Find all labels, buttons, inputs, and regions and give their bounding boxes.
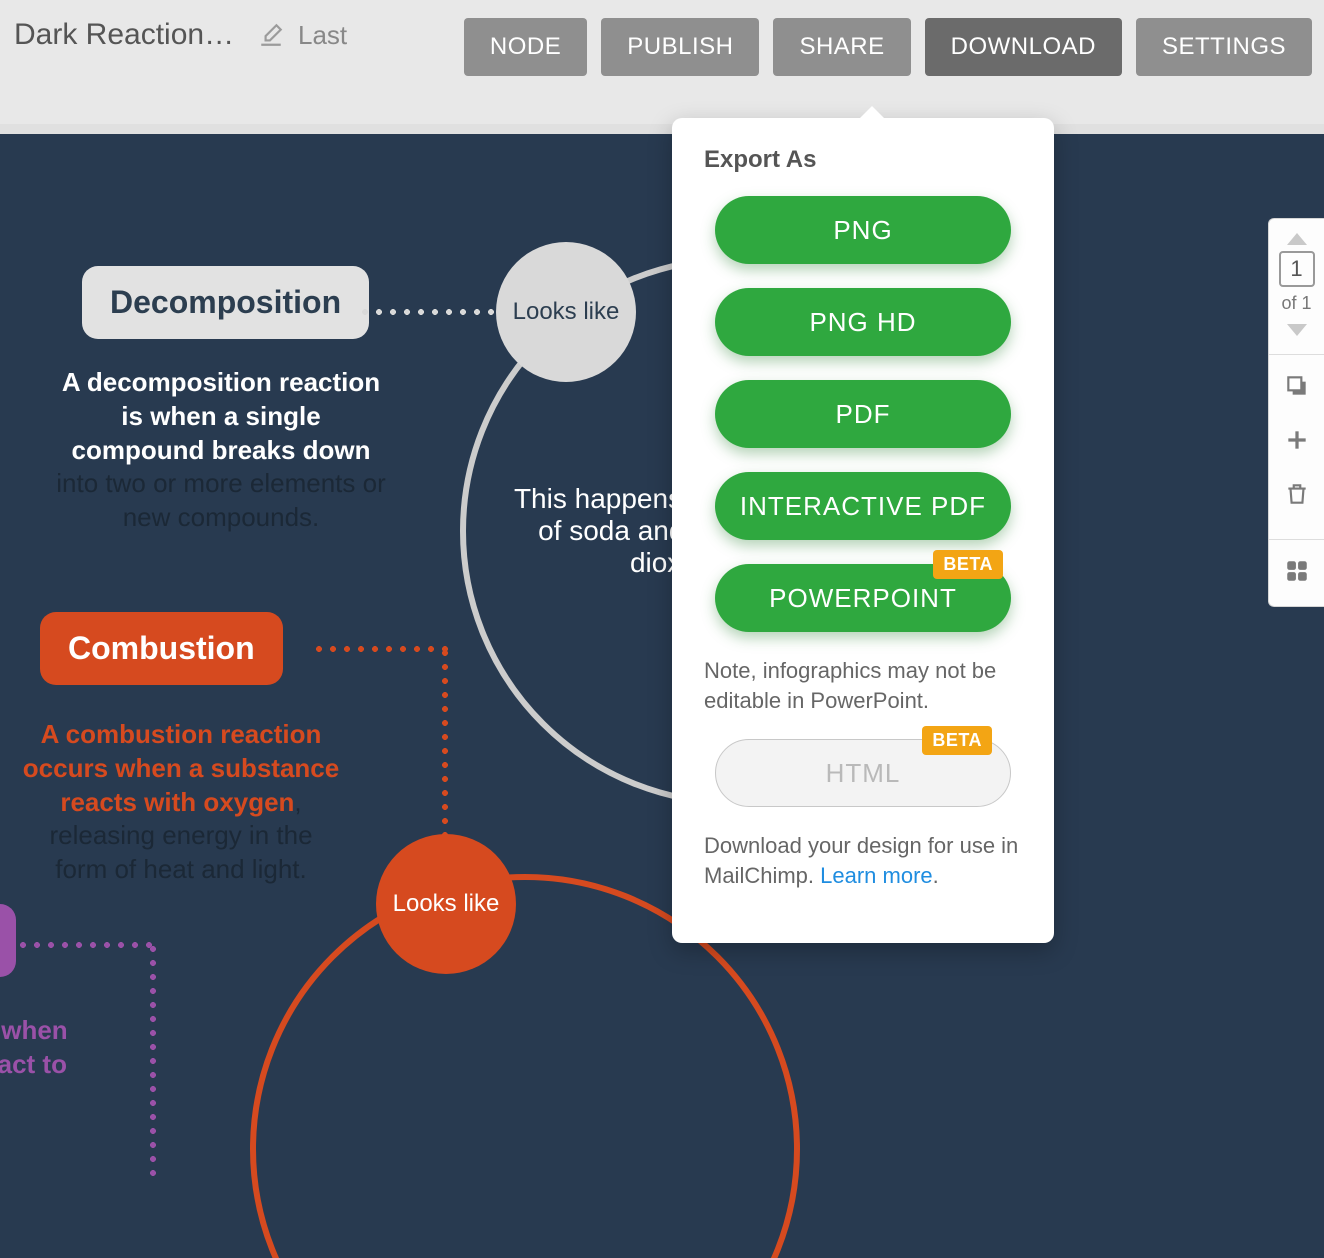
add-page-icon[interactable]	[1284, 427, 1310, 453]
page-of-label: of 1	[1281, 293, 1311, 314]
looks-like-label-orange: Looks like	[393, 890, 500, 918]
top-toolbar: Dark Reactions Che... Last NODE PUBLISH …	[0, 0, 1324, 124]
export-png-button[interactable]: PNG	[715, 196, 1011, 264]
beta-badge: BETA	[933, 550, 1003, 579]
html-note: Download your design for use in MailChim…	[704, 831, 1022, 890]
title-group: Dark Reactions Che... Last	[14, 18, 347, 52]
html-note-period: .	[933, 863, 939, 888]
grid-icon[interactable]	[1284, 558, 1310, 584]
tab-download[interactable]: DOWNLOAD	[925, 18, 1122, 76]
rail-separator	[1269, 354, 1324, 355]
tab-node[interactable]: NODE	[464, 18, 587, 76]
page-rail: 1 of 1	[1268, 218, 1324, 607]
beta-badge: BETA	[922, 726, 992, 755]
combustion-description: A combustion reaction occurs when a subs…	[22, 718, 340, 887]
rail-separator	[1269, 539, 1324, 540]
export-html-label: HTML	[826, 758, 901, 788]
decomposition-label: Decomposition	[82, 266, 369, 339]
looks-like-node-orange: Looks like	[376, 834, 516, 974]
export-interactive-pdf-button[interactable]: INTERACTIVE PDF	[715, 472, 1011, 540]
tab-share[interactable]: SHARE	[773, 18, 910, 76]
page-down-icon[interactable]	[1287, 324, 1307, 336]
export-dropdown: Export As PNG PNG HD PDF INTERACTIVE PDF…	[672, 118, 1054, 943]
combustion-label: Combustion	[40, 612, 283, 685]
export-powerpoint-label: POWERPOINT	[769, 583, 957, 613]
page-number-current[interactable]: 1	[1279, 251, 1315, 287]
tab-publish[interactable]: PUBLISH	[601, 18, 759, 76]
looks-like-node-grey: Looks like	[496, 242, 636, 382]
decomposition-desc-bold: A decomposition reaction is when a singl…	[62, 367, 380, 465]
export-pdf-button[interactable]: PDF	[715, 380, 1011, 448]
delete-icon[interactable]	[1284, 481, 1310, 507]
infographic-canvas[interactable]: This happens when you open a can of soda…	[0, 134, 1324, 1258]
tab-bar: NODE PUBLISH SHARE DOWNLOAD SETTINGS	[464, 18, 1312, 76]
connector-dots	[358, 309, 508, 315]
last-saved-label: Last	[298, 20, 347, 51]
export-html-button[interactable]: HTML BETA	[715, 739, 1011, 807]
canvas-wrap: This happens when you open a can of soda…	[0, 124, 1324, 1258]
export-title: Export As	[704, 146, 1028, 174]
powerpoint-note: Note, infographics may not be editable i…	[704, 656, 1022, 715]
learn-more-link[interactable]: Learn more	[820, 863, 933, 888]
export-powerpoint-button[interactable]: POWERPOINT BETA	[715, 564, 1011, 632]
copy-icon[interactable]	[1284, 373, 1310, 399]
looks-like-label: Looks like	[513, 298, 620, 326]
connector-dots-orange-v	[442, 646, 448, 836]
decomposition-desc-rest: into two or more elements or new compoun…	[56, 468, 385, 532]
connector-dots-purple-v	[150, 942, 156, 1182]
purple-desc-fragment: is when react to	[0, 1014, 80, 1082]
combustion-desc-bold: A combustion reaction occurs when a subs…	[23, 719, 339, 817]
connector-dots-purple-h	[16, 942, 156, 948]
edit-icon[interactable]	[258, 22, 284, 48]
purple-label-fragment: n	[0, 904, 16, 977]
tab-settings[interactable]: SETTINGS	[1136, 18, 1312, 76]
connector-dots-orange-h	[312, 646, 448, 652]
page-up-icon[interactable]	[1287, 233, 1307, 245]
export-png-hd-button[interactable]: PNG HD	[715, 288, 1011, 356]
document-title[interactable]: Dark Reactions Che...	[14, 18, 244, 52]
decomposition-description: A decomposition reaction is when a singl…	[56, 366, 386, 535]
